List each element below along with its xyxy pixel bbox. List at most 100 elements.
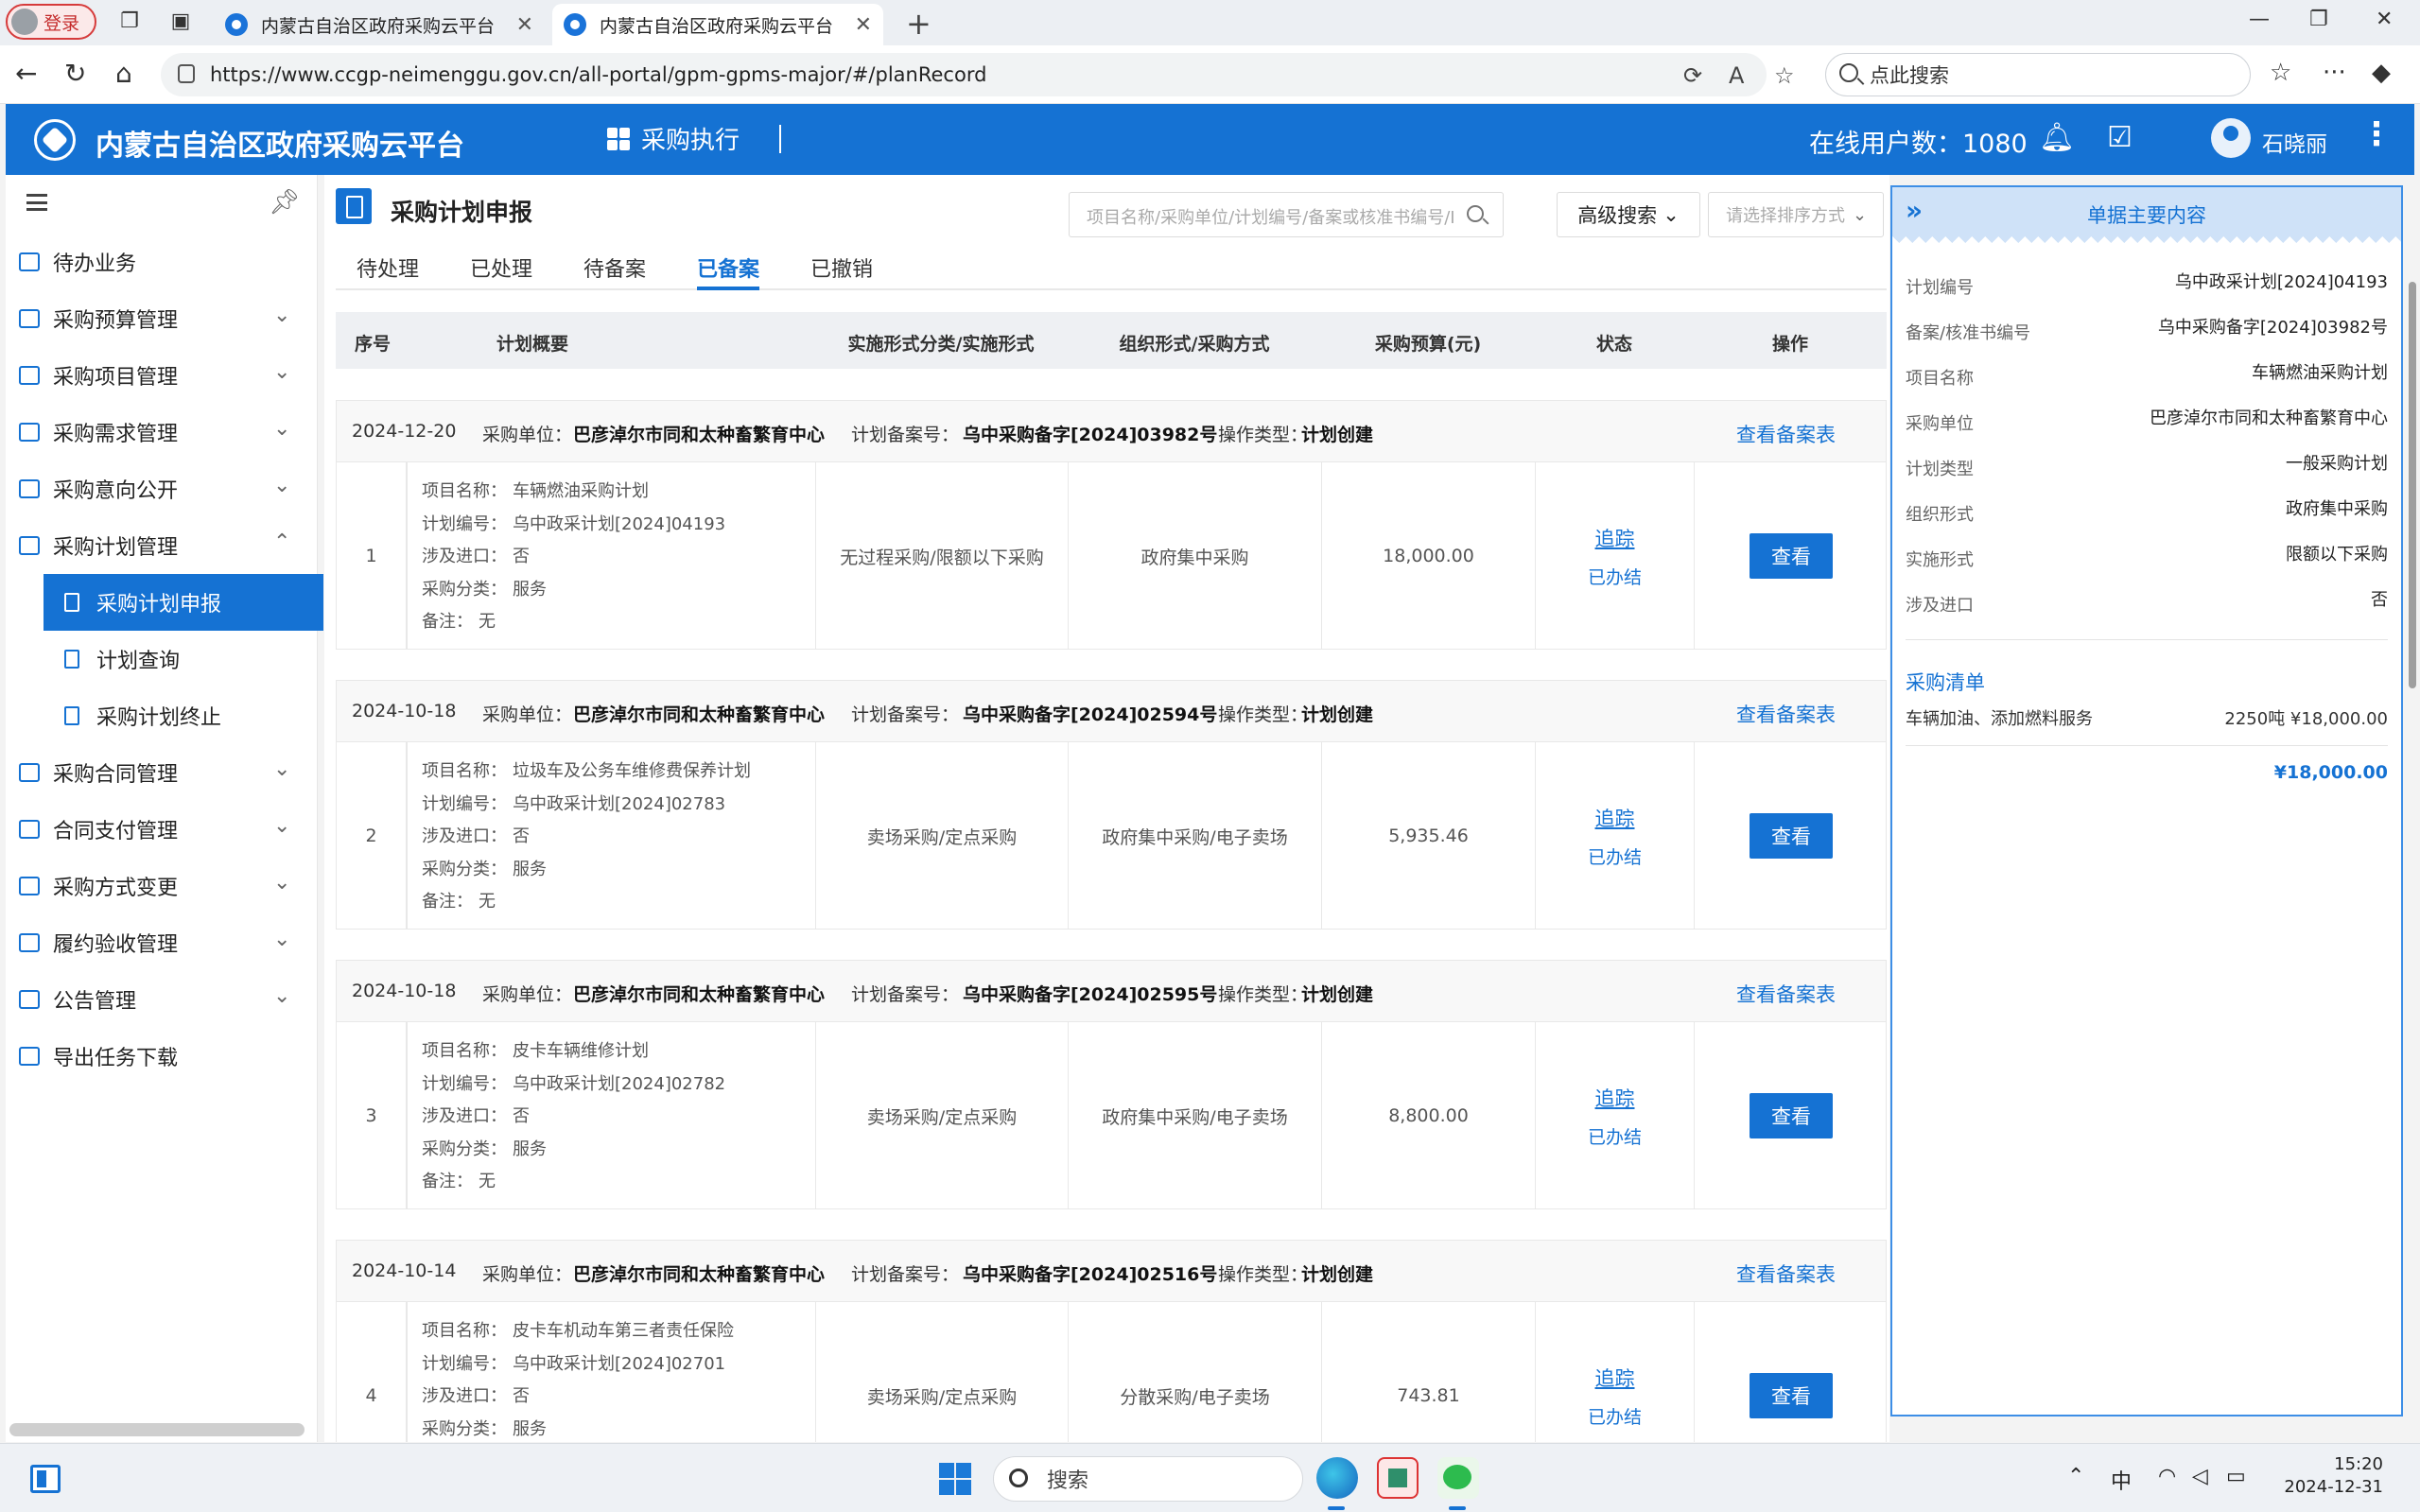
track-link[interactable]: 追踪 [1595,1084,1635,1112]
summary-label: 备注： [422,892,473,912]
op-type: 计划创建 [1301,984,1374,1005]
browser-tab-2[interactable]: 内蒙古自治区政府采购云平台 ✕ [552,4,883,45]
more-menu-icon[interactable]: ⋮ [2360,115,2393,153]
back-icon[interactable]: ← [15,59,37,89]
browser-tab-title: 内蒙古自治区政府采购云平台 [261,15,496,37]
view-button[interactable]: 查看 [1750,1373,1833,1418]
sidebar-item-export[interactable]: 导出任务下载 [6,1028,318,1085]
sidebar-item-plan[interactable]: 采购计划管理 ⌃ [6,517,318,574]
status-cell: 追踪 已办结 [1536,1302,1695,1442]
module-switcher[interactable]: 采购执行 [607,121,740,156]
user-name[interactable]: 石晓丽 [2262,126,2327,158]
refresh-icon[interactable]: ↻ [64,59,86,89]
op-type-label: 操作类型： [1218,425,1309,445]
clock[interactable]: 15:20 2024-12-31 [2270,1453,2383,1499]
import-flag: 否 [513,1106,530,1126]
doc-stop-icon [64,706,79,725]
track-link[interactable]: 追踪 [1595,524,1635,552]
keyword-search-input[interactable]: 项目名称/采购单位/计划编号/备案或核准书编号/I [1069,192,1504,237]
track-link[interactable]: 追踪 [1595,804,1635,832]
sidebar-item-contract[interactable]: 采购合同管理 ⌄ [6,744,318,801]
profile-button[interactable]: 登录 [6,4,96,40]
page-scrollbar[interactable] [2409,282,2416,688]
chevron-up-icon[interactable]: ⌃ [2067,1465,2084,1488]
tab-processed[interactable]: 已处理 [470,252,532,290]
minimize-icon[interactable]: — [2249,8,2270,31]
sidebar-item-todo[interactable]: 待办业务 [6,234,318,290]
tab-actions-icon[interactable]: ▣ [168,9,193,34]
tab-pending[interactable]: 待处理 [357,252,419,290]
project-name: 车辆燃油采购计划 [513,481,649,501]
app-window-icon[interactable] [1377,1457,1419,1499]
summary-label: 采购分类： [422,579,507,600]
more-icon[interactable]: ··· [2323,59,2346,87]
favorites-icon[interactable]: ☆ [2270,59,2291,87]
action-cell: 查看 [1695,1022,1888,1209]
sidebar-subitem-plan-apply[interactable]: 采购计划申报 [44,574,323,631]
acceptance-icon [19,933,40,952]
sidebar-item-budget[interactable]: 采购预算管理 ⌄ [6,290,318,347]
close-window-icon[interactable]: ✕ [2376,8,2393,31]
home-icon[interactable]: ⌂ [115,59,132,89]
browser-tab-1[interactable]: 内蒙古自治区政府采购云平台 ✕ [214,4,545,45]
tab-to-record[interactable]: 待备案 [583,252,646,290]
tab-recorded[interactable]: 已备案 [697,252,760,290]
wechat-icon[interactable] [1437,1457,1479,1499]
sidebar-item-payment[interactable]: 合同支付管理 ⌄ [6,801,318,858]
wifi-icon[interactable]: ◠ [2158,1465,2176,1488]
view-record-link[interactable]: 查看备案表 [1736,700,1836,728]
url-field[interactable]: https://www.ccgp-neimenggu.gov.cn/all-po… [161,53,1767,96]
advanced-search-button[interactable]: 高级搜索 ⌄ [1557,192,1700,237]
sidebar-item-acceptance[interactable]: 履约验收管理 ⌄ [6,914,318,971]
chevron-up-icon: ⌃ [273,530,291,554]
search-icon[interactable] [1467,205,1484,222]
read-aloud-icon[interactable]: A [1729,62,1744,89]
view-record-link[interactable]: 查看备案表 [1736,980,1836,1008]
taskbar-search[interactable]: 搜索 [993,1456,1303,1502]
sidebar-subitem-plan-terminate[interactable]: 采购计划终止 [44,687,323,744]
bell-icon[interactable]: 🔔︎ [2039,121,2075,154]
collections-icon[interactable]: ❐ [117,9,142,34]
menu-toggle-icon[interactable] [26,194,47,211]
restore-icon[interactable]: ❐ [2309,8,2328,31]
sort-select[interactable]: 请选择排序方式 ⌄ [1708,192,1884,237]
track-link[interactable]: 追踪 [1595,1364,1635,1392]
detail-row: 计划类型 一般采购计划 [1906,441,2388,486]
app-available-icon[interactable]: ⟳ [1683,62,1702,89]
sidebar-item-demand[interactable]: 采购需求管理 ⌄ [6,404,318,461]
favorite-star-icon[interactable]: ☆ [1774,62,1795,89]
header-zigzag [1892,236,2401,250]
app-header: 内蒙古自治区政府采购云平台 采购执行 在线用户数：1080 🔔︎ ☑ 石晓丽 ⋮ [6,104,2414,175]
sidebar-item-notice[interactable]: 公告管理 ⌄ [6,971,318,1028]
edge-browser-icon[interactable] [1316,1457,1358,1499]
view-button[interactable]: 查看 [1750,1093,1833,1138]
close-tab-icon[interactable]: ✕ [855,13,872,37]
tab-revoked[interactable]: 已撤销 [810,252,873,290]
sidebar-item-method-change[interactable]: 采购方式变更 ⌄ [6,858,318,914]
taskbar-search-label: 搜索 [1047,1469,1089,1493]
browser-search-input[interactable]: 点此搜索 [1825,53,2251,96]
battery-icon[interactable]: ▭ [2226,1465,2246,1488]
pin-icon[interactable]: 📌︎ [269,188,300,217]
sidebar-item-label: 履约验收管理 [53,933,179,957]
copilot-icon[interactable]: ◆ [2372,59,2391,87]
close-tab-icon[interactable]: ✕ [516,13,533,37]
view-record-link[interactable]: 查看备案表 [1736,1260,1836,1288]
start-icon[interactable] [939,1463,971,1495]
new-tab-icon[interactable]: + [906,6,931,42]
widgets-icon[interactable] [30,1465,61,1493]
sidebar-scrollbar[interactable] [9,1423,305,1436]
user-avatar[interactable] [2211,118,2251,158]
view-button[interactable]: 查看 [1750,533,1833,579]
sidebar-item-project[interactable]: 采购项目管理 ⌄ [6,347,318,404]
running-indicator [1449,1506,1466,1510]
sidebar-subitem-plan-query[interactable]: 计划查询 [44,631,323,687]
view-record-link[interactable]: 查看备案表 [1736,420,1836,448]
sidebar-item-intent[interactable]: 采购意向公开 ⌄ [6,461,318,517]
sidebar: 📌︎ 待办业务 采购预算管理 ⌄ 采购项目管理 ⌄ 采购需求管理 ⌄ 采购意向公开 ⌄ … [6,175,323,1442]
volume-icon[interactable]: ◁ [2192,1465,2208,1488]
view-button[interactable]: 查看 [1750,813,1833,859]
status-tabs: 待处理 已处理 待备案 已备案 已撤销 [336,241,1887,290]
ime-indicator[interactable]: 中 [2111,1465,2132,1495]
task-icon[interactable]: ☑ [2107,121,2133,154]
